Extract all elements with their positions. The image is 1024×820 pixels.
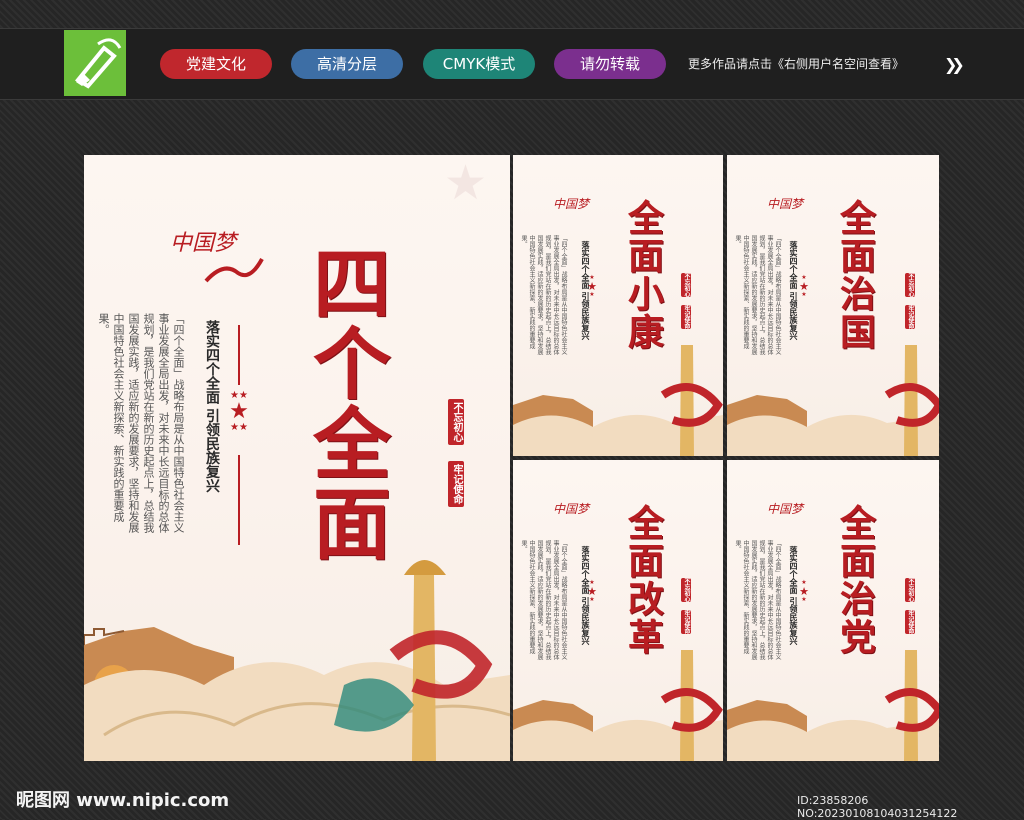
china-dream-logo: 中国梦 — [767, 502, 804, 516]
tag-no-repost[interactable]: 请勿转载 — [554, 49, 666, 79]
main-body-text: 「四个全面」战略布局是从中国特色社会主义事业发展全局出发，对未来中长远目标的总体… — [97, 313, 185, 533]
seal-remember-heart: 不忘初心 — [681, 578, 691, 602]
red-divider — [238, 325, 240, 385]
great-wall-clouds-illustration — [727, 650, 939, 761]
stars-icon: ★ ★ ★ — [799, 274, 809, 298]
double-chevron-right-icon[interactable]: ❯❯ — [944, 55, 965, 74]
ribbon-swoosh-icon — [204, 258, 264, 283]
stars-icon: ★★ ★ ★★ — [229, 390, 249, 433]
seal-remember-heart: 不忘初心 — [681, 273, 691, 297]
china-dream-logo: 中国梦 — [553, 502, 590, 516]
red-divider-lower — [238, 455, 240, 545]
tag-cmyk[interactable]: CMYK模式 — [423, 49, 535, 79]
great-wall-clouds-illustration — [513, 345, 723, 456]
seal-remember-heart: 不忘初心 — [905, 578, 915, 602]
poster-gaige: 中国梦 全面改革 落实四个全面 引领民族复兴 ★ ★ ★ 「四个全面」战略布局是从中… — [513, 460, 723, 761]
poster-zhidang: 中国梦 全面治党 落实四个全面 引领民族复兴 ★ ★ ★ 「四个全面」战略布局是从中… — [727, 460, 939, 761]
poster-zhiguo: 中国梦 全面治国 落实四个全面 引领民族复兴 ★ ★ ★ 「四个全面」战略布局是从中… — [727, 155, 939, 456]
seal-remember-mission: 牢记使命 — [905, 305, 915, 329]
great-wall-clouds-illustration — [513, 650, 723, 761]
pen-logo-icon — [64, 30, 126, 96]
seal-remember-mission: 牢记使命 — [681, 305, 691, 329]
china-dream-logo: 中国梦 — [767, 197, 804, 211]
china-dream-logo: 中国梦 — [553, 197, 590, 211]
stars-icon: ★ ★ ★ — [587, 579, 597, 603]
seal-remember-mission: 牢记使命 — [448, 461, 464, 507]
nipic-watermark: 昵图网 www.nipic.com — [16, 790, 230, 811]
poster-xiaokang: 中国梦 全面小康 落实四个全面 引领民族复兴 ★ ★ ★ 「四个全面」战略布局是从中… — [513, 155, 723, 456]
great-wall-clouds-illustration — [84, 560, 510, 761]
tag-dangjian[interactable]: 党建文化 — [160, 49, 272, 79]
more-works-note[interactable]: 更多作品请点击《右侧用户名空间查看》 — [688, 55, 904, 72]
main-poster: ★ 中国梦 四个全面 落实四个全面 引领民族复兴 ★★ ★ ★★ 「四个全面」战略布… — [84, 155, 510, 761]
main-subtitle: 落实四个全面 引领民族复兴 — [204, 320, 220, 493]
site-logo[interactable] — [64, 30, 126, 96]
great-wall-clouds-illustration — [727, 345, 939, 456]
seal-remember-heart: 不忘初心 — [448, 399, 464, 445]
stars-icon: ★ ★ ★ — [587, 274, 597, 298]
seal-remember-mission: 牢记使命 — [681, 610, 691, 634]
stars-icon: ★ ★ ★ — [799, 579, 809, 603]
seal-remember-mission: 牢记使命 — [905, 610, 915, 634]
seal-remember-heart: 不忘初心 — [905, 273, 915, 297]
faint-star-icon: ★ — [444, 155, 488, 211]
tag-hd-layers[interactable]: 高清分层 — [291, 49, 403, 79]
image-id-watermark: ID:23858206 NO:20230108104031254122 — [797, 794, 958, 820]
